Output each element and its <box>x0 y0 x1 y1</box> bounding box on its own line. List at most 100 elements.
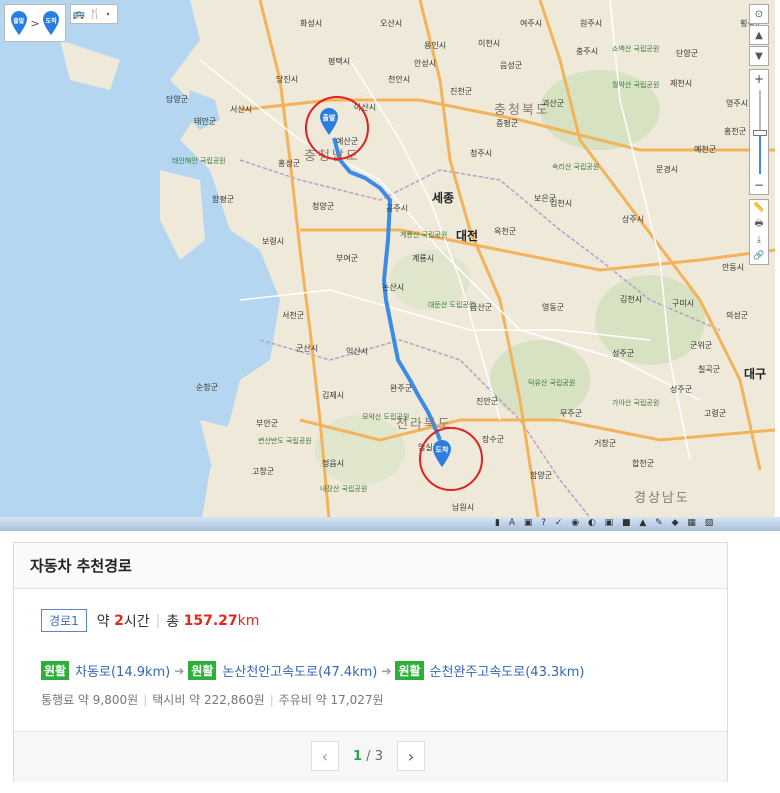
city-label: 이천시 <box>478 39 501 48</box>
route-badge[interactable]: 경로1 <box>41 609 87 632</box>
zoom-out-button[interactable]: − <box>750 176 768 194</box>
city-label: 함양군 <box>530 471 553 480</box>
city-label: 구미시 <box>672 299 695 308</box>
city-label: 진안군 <box>476 397 499 406</box>
pan-up-icon[interactable]: ▲ <box>749 25 769 45</box>
panel-title: 자동차 추천경로 <box>30 557 132 575</box>
city-label: 증평군 <box>496 119 519 128</box>
cost-summary: 통행료 약 9,800원 | 택시비 약 222,860원 | 주유비 약 17,027… <box>41 691 384 708</box>
system-taskbar: ▮ A ▣ ? ✓ ◉ ◐ ▣ ■ ▲ ✎ ◆ ▦ ▧ <box>0 517 780 531</box>
total-pages: 3 <box>374 748 383 764</box>
segment-road[interactable]: 논산천안고속도로(47.4km) <box>222 661 377 680</box>
city-label: 오산시 <box>380 19 403 28</box>
start-pin-label: 출발 <box>13 18 25 25</box>
city-label: 영동군 <box>542 303 565 312</box>
city-label: 정읍시 <box>322 459 345 468</box>
end-pin-button[interactable]: 도착 <box>41 10 61 36</box>
city-label: 진천군 <box>450 87 473 96</box>
city-label: 완주군 <box>390 384 413 393</box>
end-marker[interactable]: 도착 <box>431 438 453 468</box>
park-label: 덕유산 국립공원 <box>528 379 576 387</box>
divider: | <box>155 612 161 629</box>
link-icon[interactable]: 🔗 <box>750 248 768 264</box>
route-summary: 경로1 약 2 시간 | 총 157.27 km <box>41 609 259 632</box>
time-unit: 시간 <box>123 613 150 630</box>
city-label: 공주시 <box>386 204 409 213</box>
prev-page-button[interactable]: ‹ <box>311 741 339 771</box>
city-label: 김제시 <box>322 391 345 400</box>
city-label: 거창군 <box>594 439 617 448</box>
city-label: 괴산군 <box>542 99 565 108</box>
current-page: 1 <box>353 748 363 764</box>
city-label: 함평군 <box>212 195 235 204</box>
chevron-right-icon: › <box>407 746 415 766</box>
start-marker-label: 출발 <box>322 114 336 122</box>
start-pin-button[interactable]: 출발 <box>9 10 29 36</box>
park-label: 가야산 국립공원 <box>612 399 660 407</box>
time-prefix: 약 <box>96 613 110 630</box>
end-pin-label: 도착 <box>45 18 57 25</box>
city-label: 보령시 <box>262 237 285 246</box>
city-label: 안성시 <box>414 59 437 68</box>
divider: | <box>269 693 274 707</box>
route-segments: 원활 차동로(14.9km) ➔ 원활 논산천안고속도로(47.4km) ➔ 원… <box>41 661 585 680</box>
park-label: 대둔산 도립공원 <box>428 301 476 309</box>
city-label: 고창군 <box>252 467 275 476</box>
city-label: 부안군 <box>256 419 279 428</box>
park-label: 소백산 국립공원 <box>612 45 660 53</box>
ruler-icon[interactable]: 📏 <box>750 200 768 216</box>
map-tools: 📏 🖶 ⤓ 🔗 <box>749 199 769 265</box>
pagination: ‹ 1 / 3 › <box>311 741 425 771</box>
city-label: 순창군 <box>196 383 219 392</box>
city-label: 담양군 <box>166 95 189 104</box>
city-label: 용인시 <box>424 41 447 50</box>
park-label: 속리산 국립공원 <box>552 163 600 171</box>
map-layer-toolbar: 🚌 🍴 ▾ <box>70 4 118 24</box>
save-icon[interactable]: ⤓ <box>750 232 768 248</box>
city-label: 익산시 <box>346 347 369 356</box>
print-icon[interactable]: 🖶 <box>750 216 768 232</box>
city-label: 예천군 <box>694 145 717 154</box>
city-label: 문경시 <box>656 165 679 174</box>
zoom-handle[interactable] <box>753 130 767 136</box>
route-arrow: > <box>30 16 40 30</box>
arrow-right-icon: ➔ <box>381 663 392 678</box>
city-label: 칠곡군 <box>698 365 721 374</box>
map-view[interactable]: 충청북도 충청남도 전라북도 경상남도 세종 대전 대구 당진시 서산시 태안군… <box>0 0 775 530</box>
start-marker[interactable]: 출발 <box>318 106 340 136</box>
segment-road[interactable]: 순천완주고속도로(43.3km) <box>430 661 585 680</box>
taxi-cost: 택시비 약 222,860원 <box>152 693 265 707</box>
arrow-right-icon: ➔ <box>174 663 185 678</box>
park-label: 태안해안 국립공원 <box>172 157 226 165</box>
city-label: 단양군 <box>676 49 699 58</box>
city-label: 계룡시 <box>412 254 435 263</box>
time-value: 2 <box>114 612 124 629</box>
city-label: 부여군 <box>336 254 359 263</box>
city-label: 청주시 <box>470 149 493 158</box>
zoom-level-fill <box>759 133 761 174</box>
city-label: 군산시 <box>296 344 319 353</box>
pan-down-icon[interactable]: ▼ <box>749 46 769 66</box>
tray-icons: ▮ A ▣ ? ✓ ◉ ◐ ▣ ■ ▲ ✎ ◆ ▦ ▧ <box>495 518 717 528</box>
fuel-cost: 주유비 약 17,027원 <box>278 693 384 707</box>
city-label: 당진시 <box>276 75 299 84</box>
city-label-major: 대구 <box>744 367 767 381</box>
next-page-button[interactable]: › <box>396 741 425 771</box>
zoom-in-button[interactable]: + <box>750 70 768 88</box>
city-label: 음성군 <box>500 61 523 70</box>
city-label-major: 세종 <box>432 191 455 205</box>
chevron-down-icon[interactable]: ▾ <box>103 5 113 23</box>
restaurant-icon[interactable]: 🍴 <box>87 5 103 23</box>
city-label: 영주시 <box>726 99 749 108</box>
traffic-badge: 원활 <box>41 661 70 680</box>
toll-cost: 통행료 약 9,800원 <box>41 693 139 707</box>
end-marker-label: 도착 <box>435 446 449 454</box>
route-selector[interactable]: 출발 > 도착 <box>4 4 66 42</box>
city-label: 고령군 <box>704 409 727 418</box>
compass-icon[interactable]: ⊙ <box>749 4 769 24</box>
zoom-slider[interactable] <box>750 88 768 176</box>
city-label: 홍천군 <box>724 127 747 136</box>
segment-road[interactable]: 차동로(14.9km) <box>75 661 170 680</box>
city-label: 서천군 <box>282 311 305 320</box>
bus-icon[interactable]: 🚌 <box>71 5 87 23</box>
